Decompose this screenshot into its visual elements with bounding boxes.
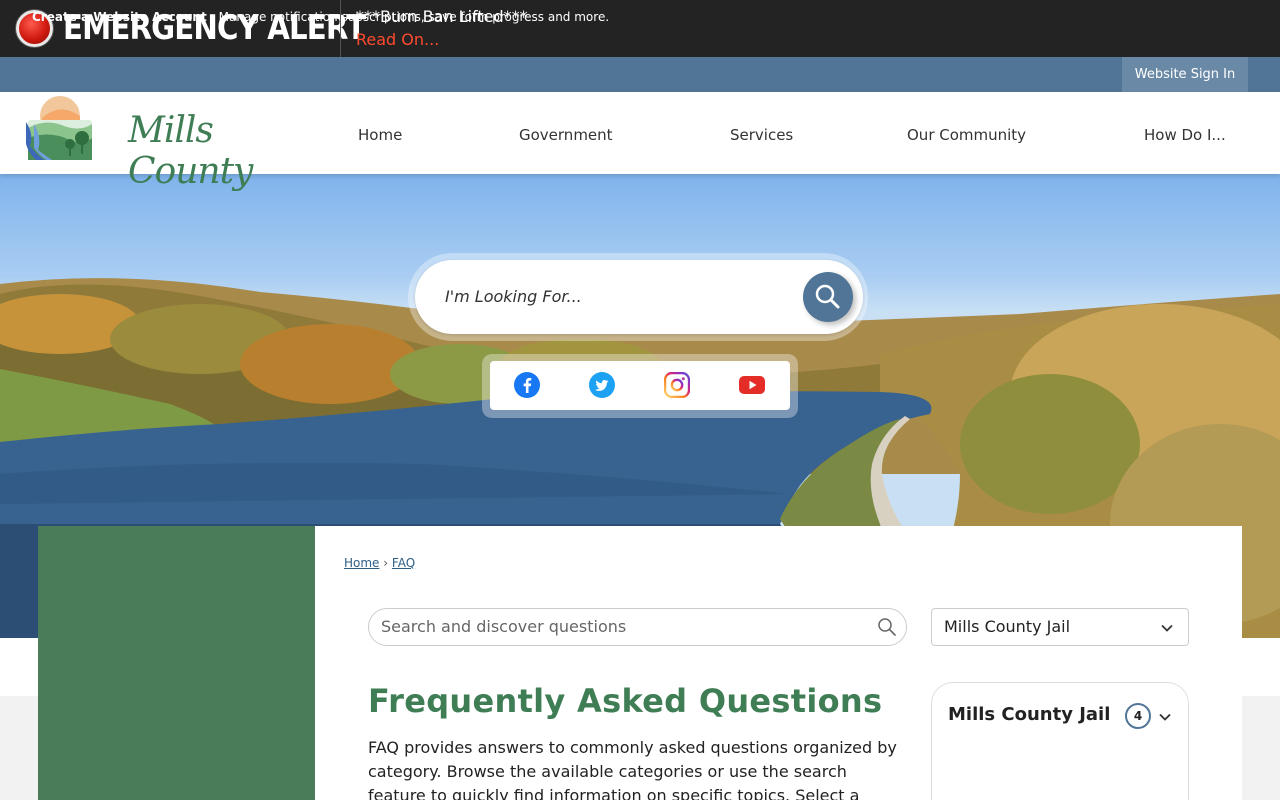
nav-services[interactable]: Services — [730, 125, 793, 145]
alert-divider — [340, 0, 341, 57]
search-icon[interactable] — [877, 617, 897, 641]
category-select-value: Mills County Jail — [944, 617, 1071, 636]
alert-read-on-link[interactable]: Read On... — [356, 29, 439, 50]
category-card-title[interactable]: Mills County Jail — [948, 704, 1110, 725]
breadcrumb-separator: › — [383, 556, 389, 570]
account-description: - Manage notification subscriptions, sav… — [206, 10, 610, 24]
breadcrumb-faq-link[interactable]: FAQ — [392, 556, 415, 570]
create-account-link[interactable]: Create a Website Account — [32, 10, 207, 24]
left-sidebar-panel — [38, 526, 315, 800]
youtube-icon[interactable] — [739, 372, 765, 398]
logo-landscape-icon — [26, 96, 92, 160]
logo-text: Mills County — [128, 110, 253, 192]
category-count-badge: 4 — [1125, 703, 1151, 729]
nav-government[interactable]: Government — [519, 125, 613, 145]
hero-search-placeholder: I'm Looking For... — [445, 287, 582, 306]
breadcrumb-home-link[interactable]: Home — [344, 556, 379, 570]
category-card — [931, 682, 1189, 800]
page-title: Frequently Asked Questions — [368, 682, 883, 720]
twitter-icon[interactable] — [589, 372, 615, 398]
account-bar-text: Create a Website Account - Manage notifi… — [32, 10, 609, 25]
nav-how-do-i[interactable]: How Do I... — [1144, 125, 1226, 145]
expand-chevron-icon[interactable] — [1158, 709, 1172, 728]
mills-county-logo[interactable]: Mills County — [24, 94, 276, 192]
chevron-down-icon — [1160, 620, 1174, 639]
faq-search-placeholder: Search and discover questions — [381, 617, 627, 636]
website-sign-in-button[interactable]: Website Sign In — [1122, 57, 1248, 92]
nav-home[interactable]: Home — [358, 125, 402, 145]
page-description: FAQ provides answers to commonly asked q… — [368, 738, 897, 800]
nav-our-community[interactable]: Our Community — [907, 125, 1026, 145]
search-icon — [815, 284, 840, 309]
instagram-icon[interactable] — [663, 371, 691, 399]
site-header: Mills County Home Government Services Ou… — [0, 92, 1280, 192]
hero-search-button[interactable] — [803, 272, 853, 322]
account-bar — [0, 57, 1280, 92]
breadcrumb: Home › FAQ — [344, 556, 415, 570]
facebook-icon[interactable] — [514, 372, 540, 398]
